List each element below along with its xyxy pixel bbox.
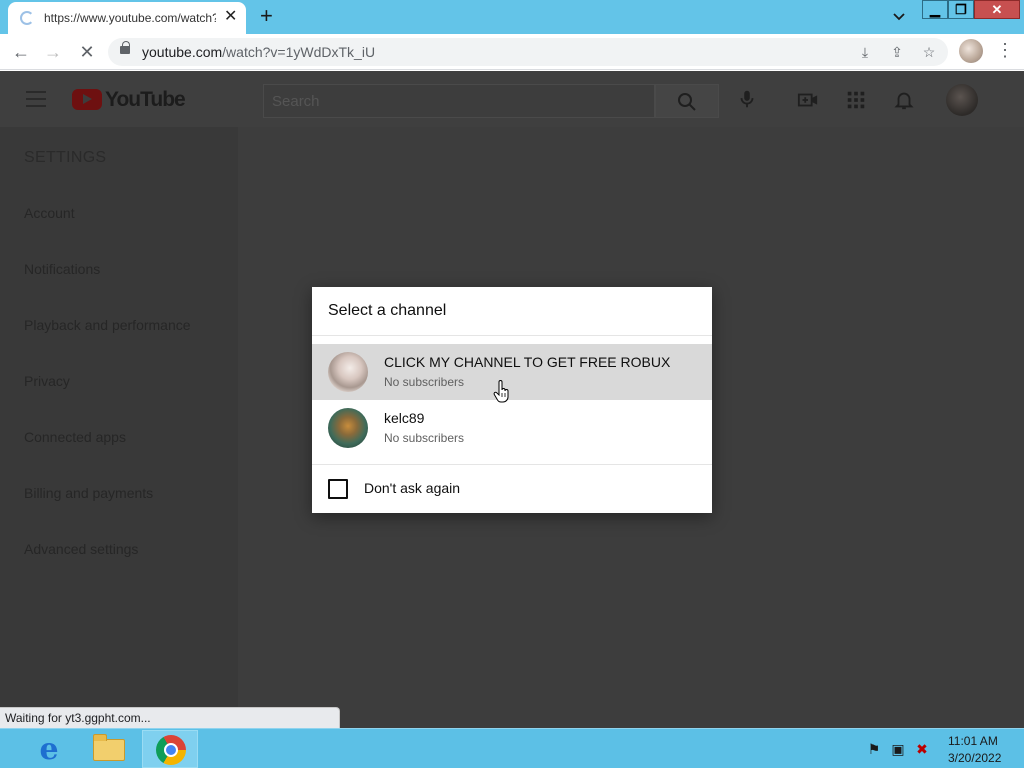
youtube-account-avatar[interactable]	[946, 84, 978, 116]
status-bubble: Waiting for yt3.ggpht.com...	[0, 707, 340, 728]
address-bar[interactable]: youtube.com/watch?v=1yWdDxTk_iU ⤓ ⇪ ☆	[108, 38, 948, 66]
clock-time[interactable]: 11:01 AM	[948, 734, 998, 748]
taskbar-file-explorer[interactable]	[80, 730, 136, 768]
lock-icon[interactable]	[120, 41, 130, 54]
channel-name: kelc89	[384, 410, 425, 426]
youtube-search-button[interactable]	[655, 84, 719, 118]
tab-close-button[interactable]: ✕	[224, 8, 237, 26]
restore-icon: ❐	[955, 2, 967, 17]
sidebar-item-advanced[interactable]: Advanced settings	[24, 541, 138, 557]
minimize-icon: ▁	[930, 2, 940, 17]
sidebar-item-billing[interactable]: Billing and payments	[24, 485, 153, 501]
sidebar-item-notifications[interactable]: Notifications	[24, 261, 100, 277]
settings-heading: SETTINGS	[24, 149, 107, 166]
sidebar-item-privacy[interactable]: Privacy	[24, 373, 70, 389]
network-icon[interactable]: ▣	[890, 741, 906, 757]
status-text: Waiting for yt3.ggpht.com...	[5, 711, 151, 725]
notifications-bell-icon[interactable]	[892, 89, 916, 111]
create-video-icon[interactable]	[796, 89, 820, 111]
select-channel-dialog: Select a channel CLICK MY CHANNEL TO GET…	[312, 287, 712, 513]
clock-date[interactable]: 3/20/2022	[948, 751, 1001, 765]
channel-option-kelc89[interactable]: kelc89 No subscribers	[312, 400, 712, 456]
loading-spinner-icon	[20, 11, 34, 25]
volume-muted-icon[interactable]: ✖	[914, 741, 930, 757]
install-app-icon[interactable]: ⤓	[856, 43, 874, 61]
dialog-title: Select a channel	[328, 302, 447, 319]
channel-subscribers: No subscribers	[384, 375, 465, 389]
browser-toolbar: ← → ✕ youtube.com/watch?v=1yWdDxTk_iU ⤓ …	[0, 34, 1024, 70]
sidebar-item-account[interactable]: Account	[24, 205, 75, 221]
new-tab-button[interactable]: +	[260, 4, 273, 28]
search-icon	[678, 93, 696, 111]
dont-ask-again-label[interactable]: Don't ask again	[364, 480, 460, 496]
share-icon[interactable]: ⇪	[888, 43, 906, 61]
forward-arrow-icon[interactable]: →	[42, 41, 64, 63]
channel-avatar	[328, 352, 368, 392]
channel-subscribers: No subscribers	[384, 431, 465, 445]
restore-button[interactable]: ❐	[948, 0, 974, 19]
channel-name: CLICK MY CHANNEL TO GET FREE ROBUX	[384, 354, 671, 370]
channel-option-robux[interactable]: CLICK MY CHANNEL TO GET FREE ROBUX No su…	[312, 344, 712, 400]
chrome-icon	[156, 735, 186, 765]
hand-cursor-icon	[493, 380, 509, 403]
tab-search-chevron-icon[interactable]	[891, 8, 907, 24]
action-center-flag-icon[interactable]: ⚑	[866, 741, 882, 757]
settings-sidebar: SETTINGS Account Notifications Playback …	[0, 127, 238, 728]
channel-avatar	[328, 408, 368, 448]
taskbar-chrome[interactable]	[142, 730, 198, 768]
close-window-button[interactable]: ✕	[974, 0, 1020, 19]
taskbar-internet-explorer[interactable]: e	[18, 730, 74, 768]
windows-taskbar: e ⚑ ▣ ✖ 11:01 AM 3/20/2022	[0, 728, 1024, 768]
url-text[interactable]: youtube.com/watch?v=1yWdDxTk_iU	[142, 44, 375, 60]
internet-explorer-icon: e	[39, 732, 59, 767]
profile-avatar[interactable]	[959, 39, 983, 63]
close-icon: ✕	[991, 2, 1003, 17]
minimize-button[interactable]: ▁	[922, 0, 948, 19]
sidebar-item-playback[interactable]: Playback and performance	[24, 317, 191, 333]
hamburger-menu-icon[interactable]	[26, 91, 46, 107]
microphone-icon[interactable]	[735, 88, 759, 110]
apps-grid-icon[interactable]	[844, 89, 868, 111]
youtube-play-icon	[72, 89, 102, 110]
browser-menu-icon[interactable]: ⋮	[996, 40, 1014, 61]
back-arrow-icon[interactable]: ←	[10, 41, 32, 63]
file-explorer-icon	[93, 734, 125, 761]
tab-title: https://www.youtube.com/watch?v=1yWdDxTk…	[44, 11, 216, 25]
bookmark-star-icon[interactable]: ☆	[920, 43, 938, 61]
dont-ask-again-checkbox[interactable]	[328, 479, 348, 499]
youtube-search-input[interactable]: Search	[263, 84, 655, 118]
sidebar-item-connected-apps[interactable]: Connected apps	[24, 429, 126, 445]
divider	[312, 464, 712, 465]
stop-loading-icon[interactable]: ✕	[76, 41, 98, 63]
divider	[312, 335, 712, 336]
youtube-header: YouTube Search	[0, 71, 1024, 127]
browser-tab[interactable]: https://www.youtube.com/watch?v=1yWdDxTk…	[8, 2, 246, 34]
browser-titlebar: https://www.youtube.com/watch?v=1yWdDxTk…	[0, 0, 1024, 34]
